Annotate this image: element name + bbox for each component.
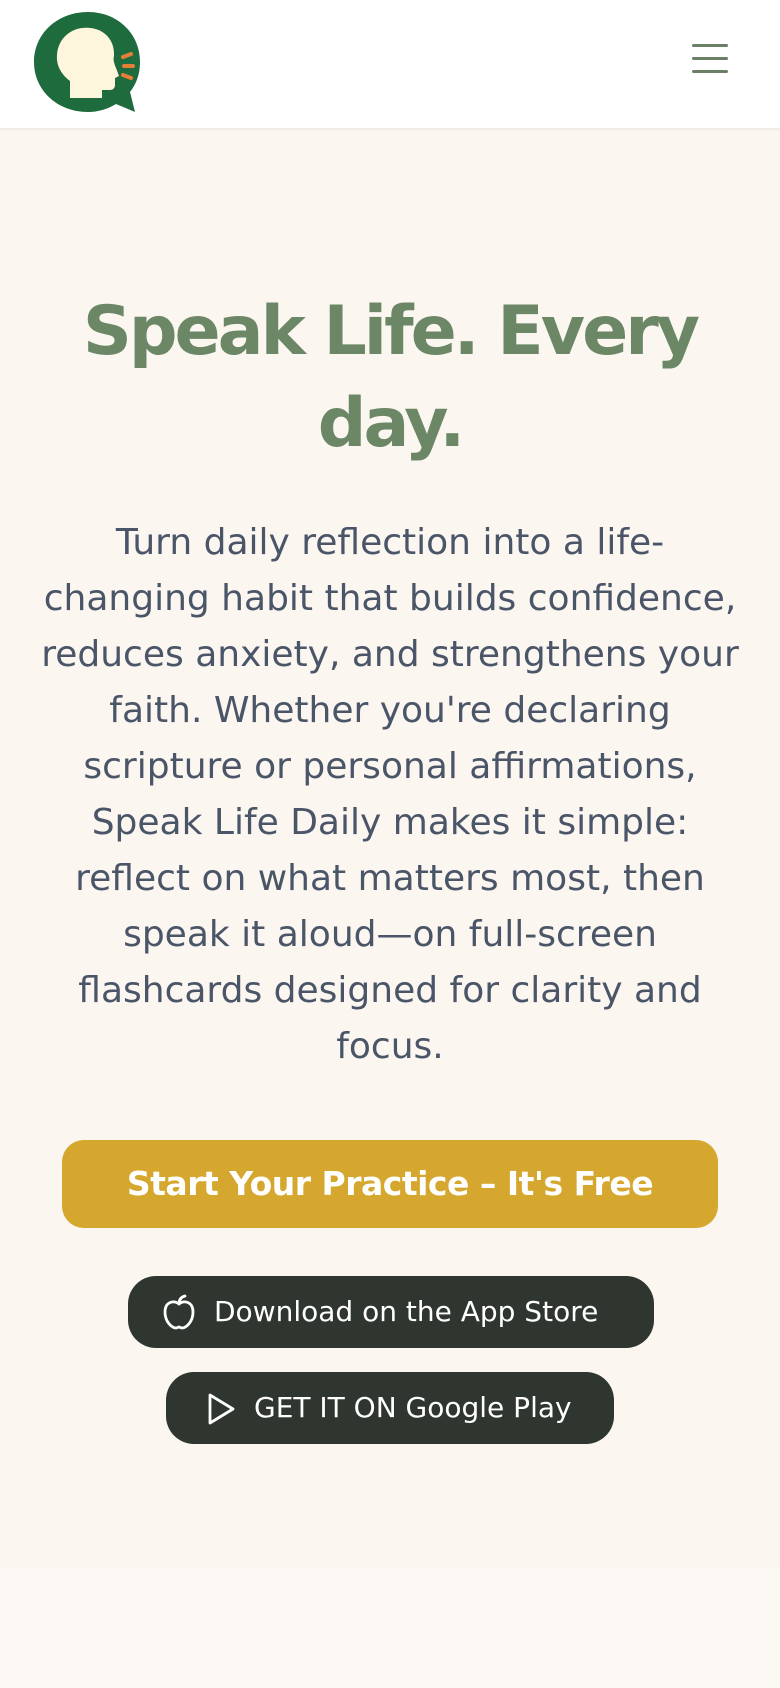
page-title: Speak Life. Every day.	[82, 292, 700, 463]
hero-description: Turn daily reflection into a life-changi…	[41, 522, 739, 1067]
speaking-head-bubble-icon	[34, 12, 140, 112]
hero-section: Speak Life. Every day. Turn daily reflec…	[0, 128, 780, 1568]
apple-icon	[163, 1294, 195, 1330]
google-play-label: GET IT ON Google Play	[254, 1391, 572, 1424]
start-practice-button[interactable]: Start Your Practice – It's Free	[62, 1140, 718, 1228]
play-icon	[208, 1393, 235, 1425]
hamburger-menu-icon	[692, 44, 730, 73]
logo[interactable]	[32, 8, 144, 120]
google-play-button[interactable]: GET IT ON Google Play	[166, 1372, 614, 1444]
app-store-label: Download on the App Store	[214, 1295, 599, 1328]
menu-button[interactable]	[692, 44, 730, 80]
site-header	[0, 0, 780, 128]
app-store-button[interactable]: Download on the App Store	[128, 1276, 654, 1348]
